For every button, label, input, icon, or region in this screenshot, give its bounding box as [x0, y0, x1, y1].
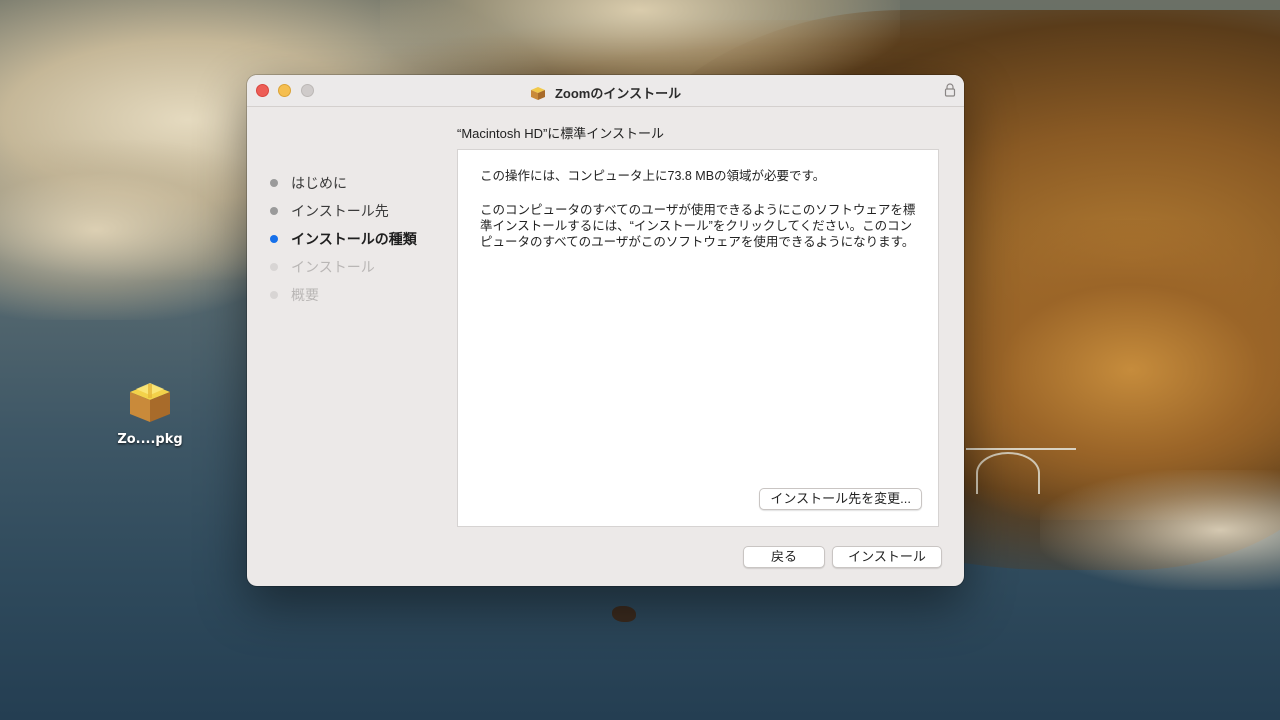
- step-introduction: はじめに: [267, 173, 457, 201]
- step-label: 概要: [291, 287, 319, 303]
- step-label: はじめに: [291, 175, 347, 191]
- install-description-text: このコンピュータのすべてのユーザが使用できるようにこのソフトウェアを標準インスト…: [480, 203, 916, 249]
- content-pane: この操作には、コンピュータ上に73.8 MBの領域が必要です。 このコンピュータ…: [457, 149, 939, 527]
- install-type-heading: “Macintosh HD”に標準インストール: [457, 126, 665, 141]
- lock-icon[interactable]: [944, 83, 956, 97]
- desktop-file-label: Zo....pkg: [117, 432, 183, 447]
- step-summary: 概要: [267, 285, 457, 313]
- installer-steps: はじめに インストール先 インストールの種類 インストール 概要: [267, 173, 457, 313]
- disk-space-text: この操作には、コンピュータ上に73.8 MBの領域が必要です。: [480, 169, 826, 183]
- step-dot: [270, 263, 278, 271]
- step-dot: [270, 179, 278, 187]
- back-button[interactable]: 戻る: [743, 546, 825, 568]
- wallpaper-bridge: [966, 448, 1076, 494]
- wallpaper-fog: [1040, 470, 1280, 590]
- step-label: インストールの種類: [291, 231, 417, 247]
- window-title-text: Zoomのインストール: [554, 86, 682, 101]
- step-destination: インストール先: [267, 201, 457, 229]
- step-dot-current: [270, 235, 278, 243]
- package-icon: [130, 383, 170, 422]
- step-label: インストール先: [291, 203, 389, 219]
- wallpaper-rock: [612, 606, 636, 622]
- window-title: Zoomのインストール: [247, 82, 964, 101]
- desktop-pkg-file[interactable]: Zo....pkg: [110, 372, 190, 447]
- step-install-type: インストールの種類: [267, 229, 457, 257]
- installer-window: Zoomのインストール “Macintosh HD”に標準インストール はじめに…: [247, 75, 964, 586]
- step-dot: [270, 291, 278, 299]
- step-label: インストール: [291, 259, 375, 275]
- package-icon: [530, 86, 545, 100]
- window-titlebar[interactable]: Zoomのインストール: [247, 75, 964, 107]
- step-installation: インストール: [267, 257, 457, 285]
- change-location-button[interactable]: インストール先を変更...: [759, 488, 922, 510]
- install-button[interactable]: インストール: [832, 546, 942, 568]
- step-dot: [270, 207, 278, 215]
